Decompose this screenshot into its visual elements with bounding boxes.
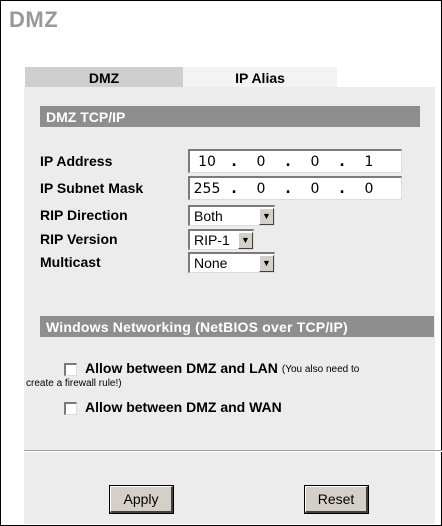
rip-version-value: RIP-1 xyxy=(194,232,230,248)
rip-version-label: RIP Version xyxy=(40,231,118,247)
mask-octet-2[interactable]: 0 xyxy=(244,181,278,197)
section-header-dmz-tcpip: DMZ TCP/IP xyxy=(40,106,420,127)
mask-dot: . xyxy=(285,180,291,197)
allow-dmz-lan-note: (You also need to xyxy=(281,364,360,375)
rip-version-select[interactable]: RIP-1 ▼ xyxy=(188,229,254,250)
allow-dmz-wan-checkbox[interactable] xyxy=(64,402,77,415)
apply-button[interactable]: Apply xyxy=(109,485,174,514)
rip-direction-select[interactable]: Both ▼ xyxy=(188,205,275,226)
allow-dmz-lan-note-line2: create a firewall rule!) xyxy=(26,378,122,389)
chevron-down-icon[interactable]: ▼ xyxy=(259,254,274,272)
ip-octet-4[interactable]: 1 xyxy=(352,154,386,170)
tab-ip-alias[interactable]: IP Alias xyxy=(183,67,337,88)
mask-dot: . xyxy=(231,180,237,197)
ip-dot: . xyxy=(231,153,237,170)
tab-dmz[interactable]: DMZ xyxy=(25,67,183,88)
divider xyxy=(24,450,442,452)
mask-dot: . xyxy=(339,180,345,197)
ip-address-label: IP Address xyxy=(40,153,113,169)
dmz-panel: DMZ TCP/IP IP Address 10 . 0 . 0 . 1 IP … xyxy=(24,87,442,524)
rip-direction-label: RIP Direction xyxy=(40,207,128,223)
chevron-down-icon[interactable]: ▼ xyxy=(238,231,253,249)
subnet-mask-label: IP Subnet Mask xyxy=(40,180,144,196)
ip-octet-1[interactable]: 10 xyxy=(190,154,224,170)
subnet-mask-input[interactable]: 255 . 0 . 0 . 0 xyxy=(188,176,402,200)
section-header-windows-networking: Windows Networking (NetBIOS over TCP/IP) xyxy=(40,316,434,337)
ip-dot: . xyxy=(285,153,291,170)
allow-dmz-wan-label: Allow between DMZ and WAN xyxy=(85,399,282,415)
multicast-select[interactable]: None ▼ xyxy=(188,252,275,273)
mask-octet-1[interactable]: 255 xyxy=(190,181,224,197)
reset-button[interactable]: Reset xyxy=(304,485,369,514)
ip-address-input[interactable]: 10 . 0 . 0 . 1 xyxy=(188,149,402,173)
multicast-label: Multicast xyxy=(40,254,101,270)
allow-dmz-wan-row: Allow between DMZ and WAN xyxy=(64,399,282,415)
rip-direction-value: Both xyxy=(194,208,223,224)
allow-dmz-lan-row: Allow between DMZ and LAN (You also need… xyxy=(64,360,359,376)
page-title: DMZ xyxy=(9,7,59,32)
allow-dmz-lan-label: Allow between DMZ and LAN xyxy=(85,360,278,376)
ip-octet-2[interactable]: 0 xyxy=(244,154,278,170)
ip-octet-3[interactable]: 0 xyxy=(298,154,332,170)
mask-octet-3[interactable]: 0 xyxy=(298,181,332,197)
chevron-down-icon[interactable]: ▼ xyxy=(259,207,274,225)
ip-dot: . xyxy=(339,153,345,170)
allow-dmz-lan-checkbox[interactable] xyxy=(64,363,77,376)
mask-octet-4[interactable]: 0 xyxy=(352,181,386,197)
multicast-value: None xyxy=(194,255,228,271)
